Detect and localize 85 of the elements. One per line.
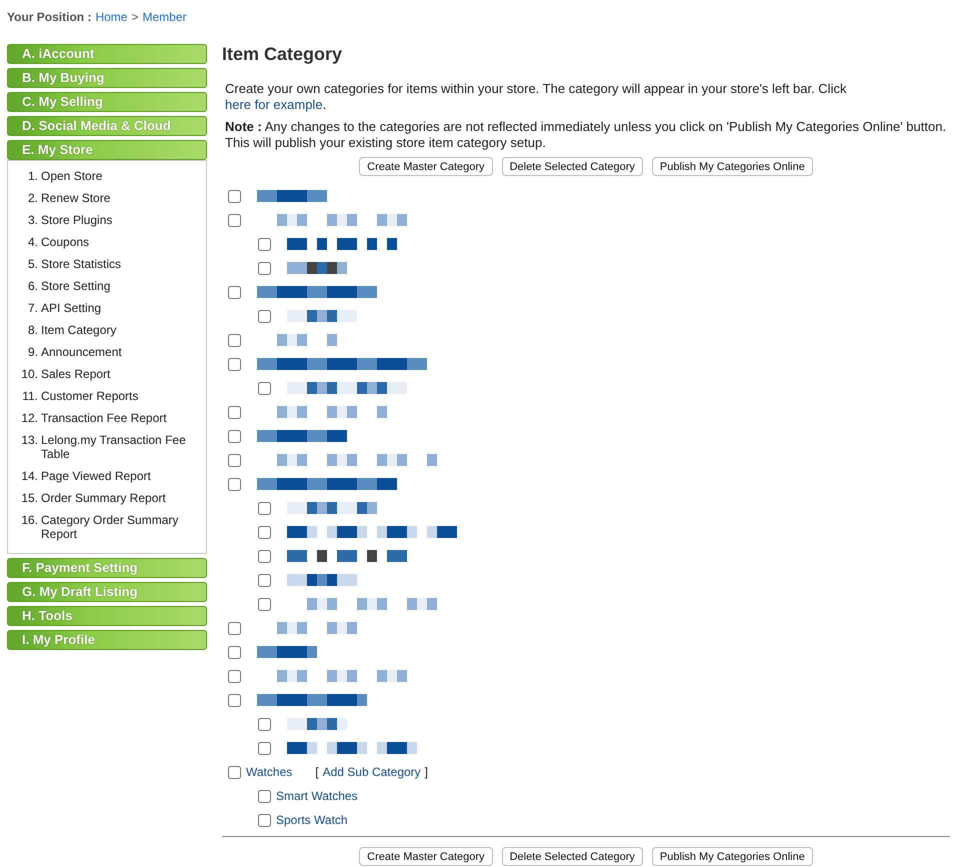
item-number: 4. (26, 235, 39, 249)
category-checkbox[interactable] (228, 454, 241, 466)
item-number: 5. (26, 257, 39, 271)
delete-button[interactable]: Delete Selected Category (502, 847, 643, 866)
sidebar-item[interactable]: Sales Report (41, 367, 110, 381)
subcategory-checkbox[interactable] (258, 814, 271, 826)
subcategory-checkbox[interactable] (258, 790, 271, 802)
sidebar-item[interactable]: Announcement (41, 345, 122, 359)
sidebar-item[interactable]: Page Viewed Report (41, 469, 151, 483)
item-number: 9. (26, 345, 39, 359)
sidebar-item[interactable]: Transaction Fee Report (41, 411, 167, 425)
item-number: 2. (26, 191, 39, 205)
sidebar-item[interactable]: API Setting (41, 301, 102, 315)
subcategory-checkbox[interactable] (258, 550, 271, 562)
breadcrumb-link[interactable]: Member (142, 10, 186, 24)
category-checkbox[interactable] (228, 478, 241, 490)
bracket: ] (424, 765, 428, 779)
category-checkbox[interactable] (228, 190, 241, 202)
item-number: 13. (20, 433, 39, 449)
item-number: 15. (20, 491, 39, 505)
sidebar-item[interactable]: Open Store (41, 169, 102, 183)
publish-button[interactable]: Publish My Categories Online (652, 847, 813, 866)
pixelated-label-drawing (287, 310, 357, 322)
item-number: 14. (20, 469, 39, 483)
subcategory-checkbox[interactable] (258, 262, 271, 274)
example-link[interactable]: here for example (225, 97, 323, 112)
subcategory-checkbox[interactable] (258, 718, 271, 730)
breadcrumb-link[interactable]: Home (95, 10, 128, 24)
subcategory-checkbox[interactable] (258, 310, 271, 322)
subcategory-checkbox[interactable] (258, 742, 271, 754)
intro-text: Create your own categories for items within your store. The category will appear in your store's left bar. Click here for example. (224, 81, 848, 113)
sidebar-item[interactable]: Store Setting (41, 279, 110, 293)
category-checkbox[interactable] (228, 358, 241, 370)
bracket: [ (315, 765, 319, 779)
item-number: 1. (26, 169, 39, 183)
sidebar-item[interactable]: Customer Reports (41, 389, 138, 403)
item-number: 6. (26, 279, 39, 293)
pixelated-label-drawing (287, 262, 347, 274)
subcategory-checkbox[interactable] (258, 574, 271, 586)
item-number: 12. (20, 411, 39, 425)
breadcrumb-separator: > (131, 10, 138, 24)
sidebar-item[interactable]: Item Category (41, 323, 116, 337)
category-checkbox[interactable] (228, 430, 241, 442)
sidebar-item[interactable]: Lelong.my Transaction Fee Table (41, 433, 206, 461)
subcategory-link[interactable]: Smart Watches (276, 789, 358, 803)
sidebar-item[interactable]: Category Order Summary Report (41, 513, 206, 541)
sidebar-item[interactable]: Store Plugins (41, 213, 112, 227)
category-checkbox[interactable] (228, 670, 241, 682)
subcategory-checkbox[interactable] (258, 502, 271, 514)
category-checkbox[interactable] (228, 406, 241, 418)
item-number: 3. (26, 213, 39, 227)
category-checkbox[interactable] (228, 214, 241, 226)
subcategory-checkbox[interactable] (258, 382, 271, 394)
category-link[interactable]: Watches (246, 765, 292, 779)
category-checkbox[interactable] (228, 286, 241, 298)
breadcrumb-label: Your Position : (7, 10, 92, 24)
create-button[interactable]: Create Master Category (359, 157, 493, 176)
subcategory-link[interactable]: Sports Watch (276, 813, 348, 827)
subcategory-checkbox[interactable] (258, 526, 271, 538)
publish-button[interactable]: Publish My Categories Online (652, 157, 813, 176)
pixelated-label-drawing (257, 646, 317, 658)
sidebar-item[interactable]: Renew Store (41, 191, 110, 205)
item-number: 8. (26, 323, 39, 337)
category-checkbox[interactable] (228, 646, 241, 658)
item-number: 7. (26, 301, 39, 315)
item-number: 16. (20, 513, 39, 529)
page-title: Item Category (222, 44, 344, 65)
item-number: 11. (21, 389, 39, 403)
item-number: 10. (20, 367, 39, 381)
delete-button[interactable]: Delete Selected Category (502, 157, 643, 176)
sidebar-item[interactable]: Order Summary Report (41, 491, 166, 505)
add-sub-category-link[interactable]: Add Sub Category (322, 765, 421, 779)
pixelated-label-drawing (287, 718, 347, 730)
category-checkbox[interactable] (228, 334, 241, 346)
category-checkbox[interactable] (228, 766, 241, 778)
sidebar-item[interactable]: Coupons (41, 235, 90, 249)
subcategory-checkbox[interactable] (258, 598, 271, 610)
sidebar-item[interactable]: Store Statistics (41, 257, 122, 271)
note-text: Note : Any changes to the categories are not reflected immediately unless you click on 'Publish My Categories Online' button. This will publish your existing store item category setup. (224, 119, 948, 151)
category-checkbox[interactable] (228, 622, 241, 634)
category-checkbox[interactable] (228, 694, 241, 706)
pixelated-label-drawing (287, 574, 357, 586)
create-button[interactable]: Create Master Category (359, 847, 493, 866)
pixelated-label-drawing (257, 190, 327, 202)
subcategory-checkbox[interactable] (258, 238, 271, 250)
